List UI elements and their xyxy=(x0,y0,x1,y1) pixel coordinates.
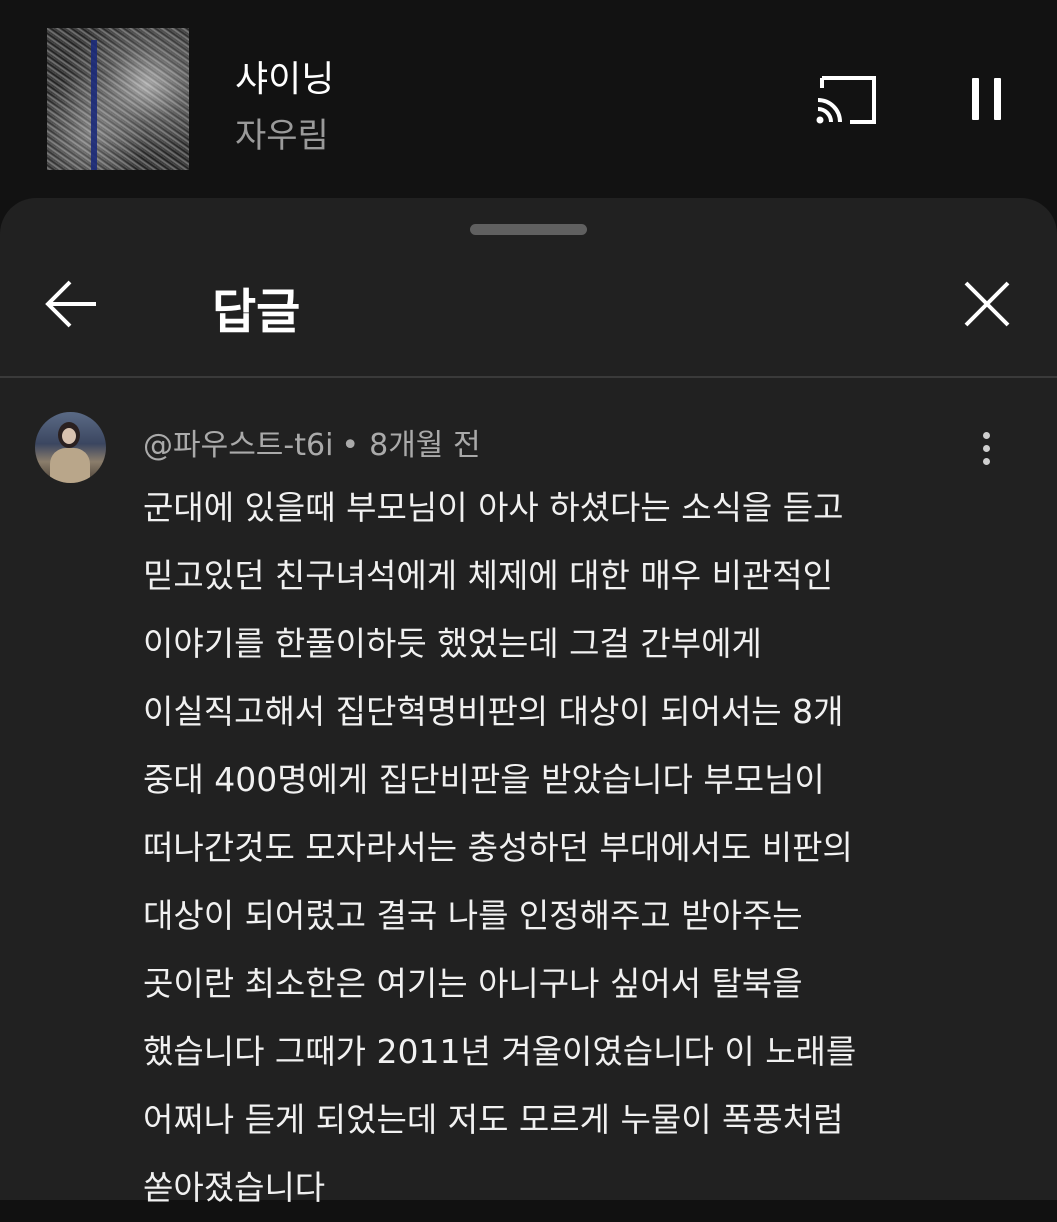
comment-line: 쏟아졌습니다 xyxy=(143,1168,326,1207)
song-title[interactable]: 샤이닝 xyxy=(235,50,334,102)
cast-button[interactable] xyxy=(810,70,880,130)
header-divider xyxy=(0,376,1057,378)
meta-separator: • xyxy=(341,428,360,463)
close-icon xyxy=(964,281,1010,327)
drag-handle[interactable] xyxy=(470,224,587,235)
close-button[interactable] xyxy=(958,274,1016,334)
mini-player[interactable]: 샤이닝 자우림 xyxy=(0,0,1057,200)
comment-text: 군대에 있을때 부모님이 아사 하셨다는 소식을 듣고 믿고있던 친구녀석에게 … xyxy=(143,474,1043,1222)
comment-line: 믿고있던 친구녀석에게 체제에 대한 매우 비관적인 xyxy=(143,556,834,595)
cast-icon xyxy=(816,76,876,124)
comment-line: 곳이란 최소한은 여기는 아니구나 싶어서 탈북을 xyxy=(143,964,803,1003)
avatar[interactable] xyxy=(35,412,106,483)
sheet-title: 답글 xyxy=(212,284,301,340)
replies-sheet: 답글 @파우스트-t6i • 8개월 전 군대에 있을때 부모님이 아사 하셨다는 … xyxy=(0,198,1057,1207)
comment-line: 어쩌나 듣게 되었는데 저도 모르게 누물이 폭풍처럼 xyxy=(143,1100,844,1139)
comment-meta: @파우스트-t6i • 8개월 전 xyxy=(143,420,481,464)
more-button[interactable] xyxy=(968,428,1004,468)
artist-name[interactable]: 자우림 xyxy=(235,108,329,157)
comment-line: 이야기를 한풀이하듯 했었는데 그걸 간부에게 xyxy=(143,624,762,663)
comment-author[interactable]: @파우스트-t6i xyxy=(143,428,333,463)
comment-line: 이실직고해서 집단혁명비판의 대상이 되어서는 8개 xyxy=(143,692,844,731)
comment-line: 했습니다 그때가 2011년 겨울이였습니다 이 노래를 xyxy=(143,1032,857,1071)
back-button[interactable] xyxy=(40,274,104,334)
pause-button[interactable] xyxy=(960,72,1010,127)
comment-line: 떠나간것도 모자라서는 충성하던 부대에서도 비판의 xyxy=(143,828,853,867)
album-art[interactable] xyxy=(47,28,189,170)
album-art-band xyxy=(91,40,97,170)
comment-line: 대상이 되어렸고 결국 나를 인정해주고 받아주는 xyxy=(143,896,803,935)
arrow-left-icon xyxy=(45,280,96,328)
comment-line: 중대 400명에게 집단비판을 받았습니다 부모님이 xyxy=(143,760,825,799)
comment-line: 군대에 있을때 부모님이 아사 하셨다는 소식을 듣고 xyxy=(143,488,844,527)
comment-time: 8개월 전 xyxy=(369,428,481,463)
sheet-header: 답글 xyxy=(0,248,1057,376)
